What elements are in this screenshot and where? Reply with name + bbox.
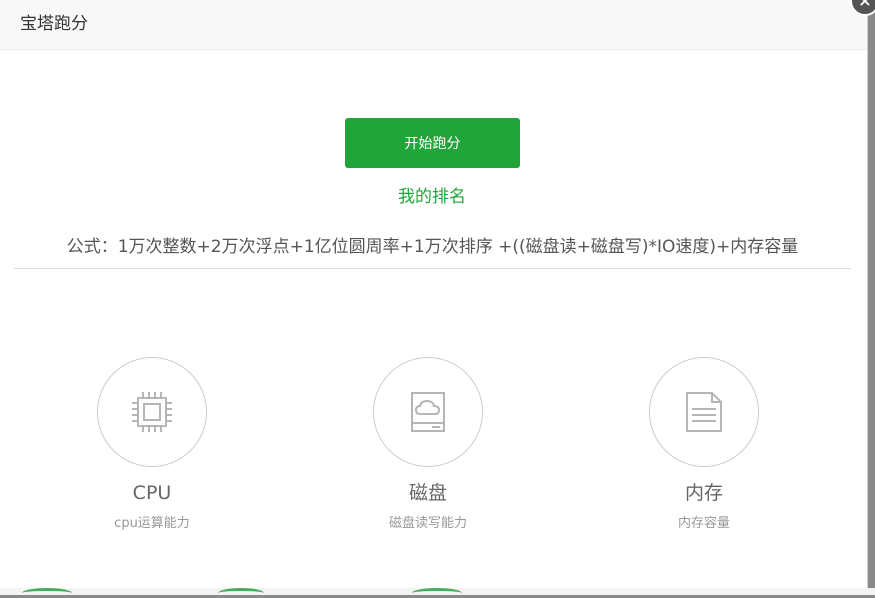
metric-title: 内存 bbox=[684, 482, 723, 504]
metric-subtitle: 内存容量 bbox=[677, 516, 730, 531]
divider bbox=[14, 268, 851, 269]
dialog-title: 宝塔跑分 bbox=[20, 14, 88, 34]
metric-memory-circle bbox=[649, 357, 759, 467]
metric-title: 磁盘 bbox=[408, 482, 447, 504]
metric-cpu: CPU cpu运算能力 bbox=[52, 357, 252, 533]
score-formula: 公式：1万次整数+2万次浮点+1亿位圆周率+1万次排序 +((磁盘读+磁盘写)*… bbox=[66, 237, 799, 257]
background-chart-mark bbox=[218, 588, 264, 598]
metric-disk-circle bbox=[373, 357, 483, 467]
memory-file-icon bbox=[686, 392, 722, 432]
benchmark-dialog: 宝塔跑分 开始跑分 我的排名 公式：1万次整数+2万次浮点+1亿位圆周率+1万次… bbox=[0, 0, 868, 588]
my-ranking-link[interactable]: 我的排名 bbox=[332, 182, 532, 207]
metric-subtitle: cpu运算能力 bbox=[114, 516, 190, 531]
background-chart-mark bbox=[22, 588, 72, 598]
metric-title: CPU bbox=[132, 482, 172, 504]
dialog-header: 宝塔跑分 bbox=[0, 0, 867, 50]
metric-disk: 磁盘 磁盘读写能力 bbox=[328, 357, 528, 533]
cpu-chip-icon bbox=[132, 392, 172, 432]
metric-memory: 内存 内存容量 bbox=[604, 357, 804, 533]
metric-cpu-circle bbox=[97, 357, 207, 467]
background-chart-mark bbox=[412, 588, 462, 598]
disk-cloud-icon bbox=[411, 392, 445, 432]
close-icon: × bbox=[858, 0, 872, 10]
metric-subtitle: 磁盘读写能力 bbox=[388, 516, 467, 531]
start-benchmark-button[interactable]: 开始跑分 bbox=[345, 118, 520, 168]
